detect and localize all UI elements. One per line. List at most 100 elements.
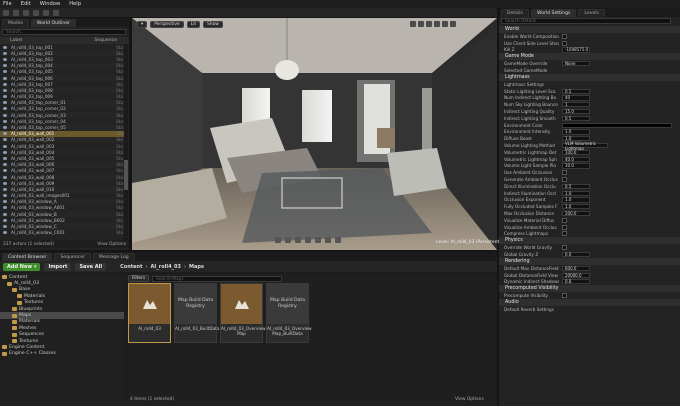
content-view-options[interactable]: View Options — [455, 397, 484, 402]
foliage-mode-icon[interactable] — [43, 9, 49, 16]
property-value-field[interactable]: 1.0 — [562, 190, 590, 196]
tab-details[interactable]: Details — [501, 8, 529, 17]
camera-speed-icon[interactable] — [442, 21, 448, 27]
visibility-eye-icon[interactable] — [3, 144, 7, 148]
visibility-eye-icon[interactable] — [3, 126, 7, 130]
level-viewport[interactable] — [132, 18, 497, 250]
property-checkbox[interactable] — [562, 245, 567, 251]
tab-message-log[interactable]: Message Log — [92, 252, 135, 261]
property-value-field[interactable]: 40.0 — [562, 156, 590, 162]
visibility-eye-icon[interactable] — [3, 206, 7, 210]
step-back-icon[interactable] — [285, 237, 291, 243]
visibility-eye-icon[interactable] — [3, 119, 7, 123]
property-value-field[interactable]: 40 — [562, 95, 590, 101]
property-value-field[interactable]: 100.0 — [562, 149, 590, 155]
outliner-scroll-thumb[interactable] — [124, 160, 128, 190]
visibility-eye-icon[interactable] — [3, 45, 7, 49]
property-value-field[interactable]: 1 — [562, 102, 590, 108]
property-value-field[interactable]: 1.0 — [562, 197, 590, 203]
details-section-header[interactable]: World — [499, 26, 680, 33]
menu-item-file[interactable]: File — [3, 1, 12, 7]
visibility-eye-icon[interactable] — [3, 187, 7, 191]
visibility-eye-icon[interactable] — [3, 231, 7, 235]
property-checkbox[interactable] — [562, 40, 567, 46]
property-value-field[interactable]: 0.5 — [562, 183, 590, 189]
tab-world-outliner[interactable]: World Outliner — [30, 18, 77, 27]
property-checkbox[interactable] — [562, 293, 567, 299]
visibility-eye-icon[interactable] — [3, 113, 7, 117]
landscape-mode-icon[interactable] — [33, 9, 39, 16]
visibility-eye-icon[interactable] — [3, 70, 7, 74]
outliner-row[interactable]: AI_roll4_03_window_C001 Sta — [0, 230, 125, 236]
viewport-menu-button[interactable]: ▾ — [137, 21, 148, 28]
details-search-input[interactable]: Search Details — [501, 18, 671, 24]
property-value-field[interactable]: 0.5 — [562, 115, 590, 121]
property-value-field[interactable]: None — [562, 61, 590, 67]
select-mode-icon[interactable] — [3, 9, 9, 16]
grid-snap-icon[interactable] — [434, 21, 440, 27]
skip-back-icon[interactable] — [275, 237, 281, 243]
visibility-eye-icon[interactable] — [3, 64, 7, 68]
rotate-icon[interactable] — [418, 21, 424, 27]
folder-tree-item[interactable]: Engine C++ Classes — [0, 351, 124, 357]
details-section-header[interactable]: Rendering — [499, 257, 680, 265]
visibility-eye-icon[interactable] — [3, 132, 7, 136]
save-all-button[interactable]: Save All — [75, 262, 107, 271]
outliner-view-options[interactable]: View Options — [97, 242, 126, 247]
filters-button[interactable]: Filters — [128, 275, 150, 282]
tab-modes[interactable]: Modes — [2, 18, 29, 27]
property-value-field[interactable]: 200.0 — [562, 210, 590, 217]
details-section-header[interactable]: Game Mode — [499, 53, 680, 61]
property-checkbox[interactable] — [562, 170, 567, 176]
property-checkbox[interactable] — [562, 231, 567, 237]
place-mode-icon[interactable] — [13, 9, 19, 16]
visibility-eye-icon[interactable] — [3, 88, 7, 92]
property-value-field[interactable]: 20000.0 — [562, 272, 590, 278]
play-icon[interactable] — [305, 237, 311, 243]
visibility-eye-icon[interactable] — [3, 194, 7, 198]
menu-item-edit[interactable]: Edit — [21, 1, 31, 7]
details-section-header[interactable]: Audio — [499, 299, 680, 307]
property-value-field[interactable]: 10.0 — [562, 163, 590, 169]
details-section-header[interactable]: Precomputed Visibility — [499, 285, 680, 293]
visibility-eye-icon[interactable] — [3, 95, 7, 99]
visibility-eye-icon[interactable] — [3, 107, 7, 111]
property-value-field[interactable]: 0.5 — [562, 88, 590, 94]
breadcrumb-item[interactable]: AI_roll4_03 — [151, 264, 182, 270]
visibility-eye-icon[interactable] — [3, 163, 7, 167]
maximize-icon[interactable] — [450, 21, 456, 27]
outliner-search-input[interactable]: Search... — [2, 29, 126, 35]
property-checkbox[interactable] — [562, 177, 567, 183]
visibility-eye-icon[interactable] — [3, 200, 7, 204]
visibility-eye-icon[interactable] — [3, 225, 7, 229]
skip-forward-icon[interactable] — [325, 237, 331, 243]
loop-icon[interactable] — [335, 237, 341, 243]
asset-tile[interactable]: AI_roll4_03 — [128, 283, 171, 343]
asset-tile[interactable]: AI_roll4_03_Overview Map — [220, 283, 266, 343]
add-new-button[interactable]: Add New ▾ — [3, 262, 41, 271]
property-checkbox[interactable] — [562, 224, 567, 230]
step-forward-icon[interactable] — [315, 237, 321, 243]
property-value-field[interactable]: 0.0 — [562, 251, 590, 258]
asset-tile[interactable]: Map Build Data Registry AI_roll4_03_Built… — [174, 283, 219, 343]
visibility-eye-icon[interactable] — [3, 181, 7, 185]
scale-icon[interactable] — [426, 21, 432, 27]
property-value-field[interactable]: -1048575.0 — [562, 47, 590, 53]
visibility-eye-icon[interactable] — [3, 82, 7, 86]
visibility-eye-icon[interactable] — [3, 169, 7, 173]
property-value-field[interactable]: 0.8 — [562, 279, 590, 285]
show-button[interactable]: Show — [203, 21, 223, 28]
menu-item-window[interactable]: Window — [40, 1, 60, 7]
property-checkbox[interactable] — [562, 33, 567, 39]
property-value-field[interactable]: 15.0 — [562, 108, 590, 115]
property-checkbox[interactable] — [562, 217, 567, 223]
property-value-field[interactable]: 600.0 — [562, 265, 590, 271]
lit-button[interactable]: Lit — [186, 21, 201, 28]
tab-world-settings[interactable]: World Settings — [530, 8, 577, 17]
visibility-eye-icon[interactable] — [3, 57, 7, 61]
paint-mode-icon[interactable] — [23, 9, 29, 16]
details-section-header[interactable]: Physics — [499, 237, 680, 245]
visibility-eye-icon[interactable] — [3, 156, 7, 160]
visibility-eye-icon[interactable] — [3, 212, 7, 216]
asset-search-input[interactable]: Search Maps — [152, 275, 283, 282]
